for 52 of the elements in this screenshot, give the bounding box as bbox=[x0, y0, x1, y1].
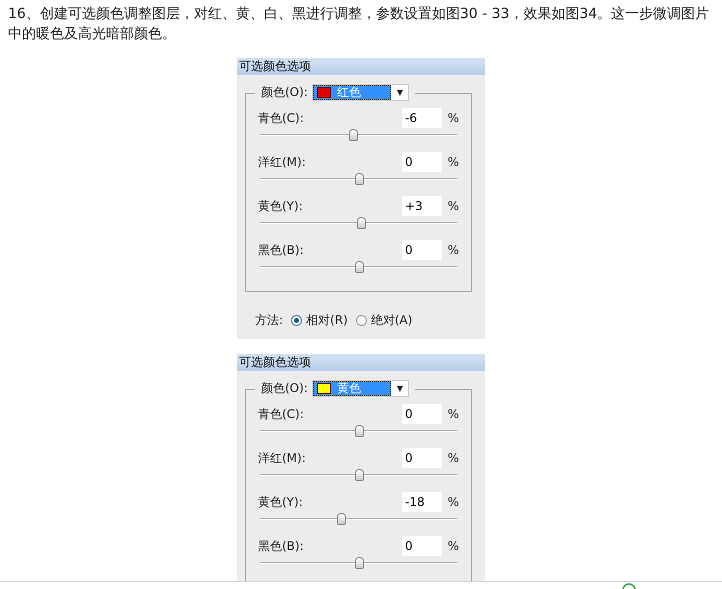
slider-track[interactable] bbox=[260, 217, 457, 229]
percent-unit: % bbox=[446, 451, 459, 465]
slider-label: 洋红(M): bbox=[258, 450, 307, 466]
radio-button[interactable] bbox=[356, 315, 367, 326]
slider-track[interactable] bbox=[260, 425, 457, 437]
slider-thumb[interactable] bbox=[354, 557, 364, 569]
slider-label: 黑色(B): bbox=[258, 242, 305, 258]
slider-thumb[interactable] bbox=[348, 129, 358, 141]
value-field[interactable]: +3 bbox=[402, 196, 442, 216]
dialog-title: 可选颜色选项 bbox=[237, 58, 485, 75]
slider-track[interactable] bbox=[260, 261, 457, 273]
percent-unit: % bbox=[446, 155, 459, 169]
slider-thumb[interactable] bbox=[357, 217, 366, 229]
percent-unit: % bbox=[446, 495, 459, 509]
percent-unit: % bbox=[446, 407, 459, 421]
value-field[interactable]: 0 bbox=[402, 536, 442, 556]
value-field[interactable]: 0 bbox=[402, 240, 442, 260]
percent-unit: % bbox=[446, 199, 459, 213]
slider-thumb[interactable] bbox=[354, 261, 364, 273]
slider-track[interactable] bbox=[260, 469, 457, 481]
slider-thumb[interactable] bbox=[354, 173, 364, 185]
value-field[interactable]: -6 bbox=[402, 108, 442, 128]
color-label: 颜色(O): bbox=[261, 84, 308, 101]
percent-unit: % bbox=[446, 111, 459, 125]
method-label: 方法: bbox=[255, 312, 284, 329]
radio-button[interactable] bbox=[291, 315, 302, 326]
color-label: 颜色(O): bbox=[261, 380, 308, 397]
slider-track[interactable] bbox=[260, 513, 457, 525]
slider-label: 黄色(Y): bbox=[258, 494, 304, 510]
value-field[interactable]: 0 bbox=[402, 448, 442, 468]
slider-label: 青色(C): bbox=[258, 406, 305, 422]
instruction-text: 16、创建可选颜色调整图层，对红、黄、白、黑进行调整，参数设置如图30 - 33，效果如图34。这一步微调图片中的暖色及高光暗部颜色。 bbox=[8, 5, 710, 44]
color-dropdown[interactable]: 红色 ▼ bbox=[312, 84, 409, 101]
slider-label: 黄色(Y): bbox=[258, 198, 304, 214]
radio-label[interactable]: 绝对(A) bbox=[370, 312, 412, 329]
percent-unit: % bbox=[446, 539, 459, 553]
slider-thumb[interactable] bbox=[354, 469, 364, 481]
slider-thumb[interactable] bbox=[354, 425, 364, 437]
value-field[interactable]: -18 bbox=[402, 492, 442, 512]
percent-unit: % bbox=[446, 243, 459, 257]
radio-label[interactable]: 相对(R) bbox=[306, 312, 348, 329]
dialog-title: 可选颜色选项 bbox=[237, 354, 485, 371]
value-field[interactable]: 0 bbox=[402, 152, 442, 172]
slider-track[interactable] bbox=[260, 129, 457, 141]
slider-label: 青色(C): bbox=[258, 110, 305, 126]
slider-track[interactable] bbox=[260, 173, 457, 185]
color-dropdown[interactable]: 黄色 ▼ bbox=[312, 380, 409, 397]
slider-label: 洋红(M): bbox=[258, 154, 307, 170]
slider-label: 黑色(B): bbox=[258, 538, 305, 554]
value-field[interactable]: 0 bbox=[402, 404, 442, 424]
slider-thumb[interactable] bbox=[336, 513, 346, 525]
slider-track[interactable] bbox=[260, 557, 457, 569]
